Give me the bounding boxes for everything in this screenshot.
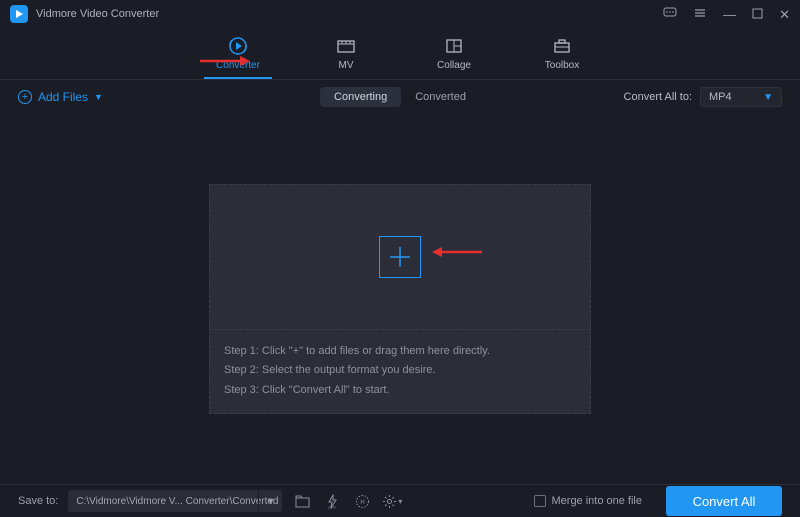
annotation-arrow-icon [200,54,250,71]
nav-collage[interactable]: Collage [420,28,488,79]
minimize-button[interactable]: — [723,8,736,21]
settings-icon[interactable]: ▾ [382,491,402,511]
open-folder-icon[interactable] [292,491,312,511]
convert-all-button[interactable]: Convert All [666,486,782,516]
nav-label: Collage [437,60,471,71]
checkbox-icon [534,495,546,507]
status-tabs: Converting Converted [320,87,480,107]
app-logo [10,5,28,23]
dropzone-top[interactable] [210,185,590,330]
close-button[interactable]: ✕ [779,8,790,21]
svg-text:H: H [360,500,364,506]
plus-icon: + [18,90,32,104]
convert-button-label: Convert All [693,494,756,509]
output-path-text: C:\Vidmore\Vidmore V... Converter\Conver… [68,496,258,507]
main-nav: Converter MV Collage Toolbox [0,28,800,80]
format-dropdown[interactable]: MP4 ▼ [700,87,782,107]
step-text: Step 2: Select the output format you des… [224,361,576,381]
menu-icon[interactable] [693,6,707,22]
tab-converting[interactable]: Converting [320,87,401,107]
footer: Save to: C:\Vidmore\Vidmore V... Convert… [0,484,800,517]
add-file-button[interactable] [379,236,421,278]
tab-converted[interactable]: Converted [401,87,480,107]
nav-toolbox[interactable]: Toolbox [528,28,596,79]
step-text: Step 3: Click "Convert All" to start. [224,381,576,401]
annotation-arrow-icon [432,245,482,262]
mv-icon [335,35,357,57]
nav-mv[interactable]: MV [312,28,380,79]
add-files-label: Add Files [38,90,88,104]
dropzone-steps: Step 1: Click "+" to add files or drag t… [210,330,590,413]
save-to-label: Save to: [18,495,58,507]
toolbox-icon [551,35,573,57]
feedback-icon[interactable] [663,6,677,22]
toolbar: + Add Files ▼ Converting Converted Conve… [0,80,800,114]
merge-label: Merge into one file [552,495,643,507]
hardware-accel-icon[interactable]: OFF [322,491,342,511]
nav-label: Toolbox [545,60,579,71]
svg-text:OFF: OFF [328,505,337,509]
output-path-dropdown[interactable]: C:\Vidmore\Vidmore V... Converter\Conver… [68,490,282,512]
format-selected: MP4 [709,91,732,103]
main-area: Step 1: Click "+" to add files or drag t… [0,114,800,484]
dropzone[interactable]: Step 1: Click "+" to add files or drag t… [209,184,591,414]
app-title: Vidmore Video Converter [36,8,159,20]
titlebar: Vidmore Video Converter — ✕ [0,0,800,28]
add-files-button[interactable]: + Add Files ▼ [18,90,103,104]
step-text: Step 1: Click "+" to add files or drag t… [224,342,576,362]
chevron-down-icon: ▼ [94,92,103,102]
convert-all-to-label: Convert All to: [624,91,692,103]
chevron-down-icon: ▼ [763,92,773,103]
high-speed-icon[interactable]: H [352,491,372,511]
collage-icon [443,35,465,57]
nav-label: MV [339,60,354,71]
merge-checkbox[interactable]: Merge into one file [534,495,643,507]
maximize-button[interactable] [752,8,763,21]
chevron-down-icon[interactable]: ▼ [258,490,282,512]
